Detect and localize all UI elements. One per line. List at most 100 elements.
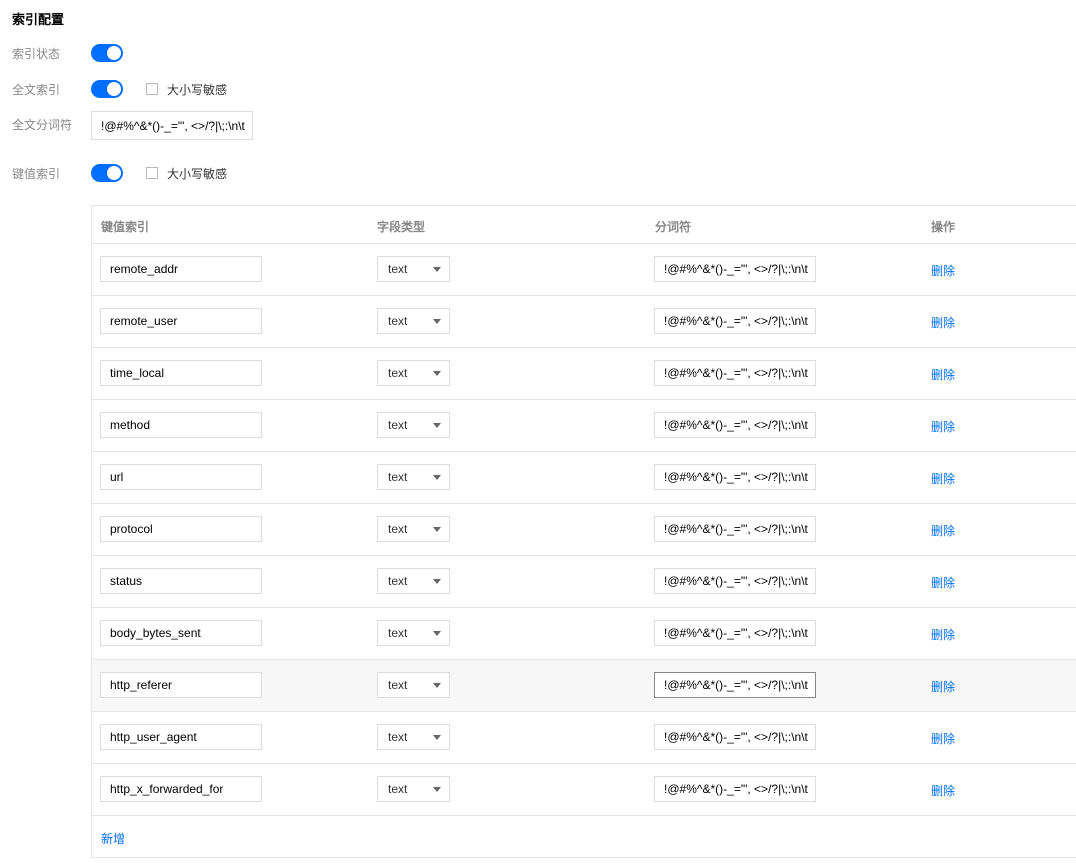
delete-button[interactable]: 删除: [931, 470, 955, 487]
field-type-select[interactable]: text: [377, 776, 450, 802]
field-type-value: text: [388, 262, 408, 276]
index-status-switch[interactable]: [91, 44, 123, 62]
header-action: 操作: [931, 220, 956, 234]
header-type: 字段类型: [377, 220, 426, 234]
tokenizer-input[interactable]: !@#%^&*()-_="', <>/?|\;:\n\t: [654, 256, 816, 282]
table-row: time_local text !@#%^&*()-_="', <>/?|\;:\n…: [92, 348, 1076, 400]
chevron-down-icon: [433, 734, 441, 740]
delete-button[interactable]: 删除: [931, 366, 955, 383]
key-name-input[interactable]: time_local: [100, 360, 262, 386]
switch-knob: [107, 82, 121, 96]
header-key: 键值索引: [101, 220, 150, 234]
field-type-value: text: [388, 574, 408, 588]
table-header: 键值索引 字段类型 分词符 操作: [92, 206, 1076, 244]
key-name-input[interactable]: remote_addr: [100, 256, 262, 282]
section-title: 索引配置: [12, 12, 65, 27]
delete-button[interactable]: 删除: [931, 262, 955, 279]
key-name-input[interactable]: http_referer: [100, 672, 262, 698]
key-index-table: 键值索引 字段类型 分词符 操作 remote_addr text !@#%^&*(…: [91, 205, 1076, 858]
delete-button[interactable]: 删除: [931, 678, 955, 695]
field-type-value: text: [388, 626, 408, 640]
delete-button[interactable]: 删除: [931, 730, 955, 747]
fulltext-tokenizer-label: 全文分词符: [12, 118, 73, 132]
tokenizer-input[interactable]: !@#%^&*()-_="', <>/?|\;:\n\t: [654, 308, 816, 334]
field-type-value: text: [388, 678, 408, 692]
field-type-value: text: [388, 782, 408, 796]
key-case-sensitive-label: 大小写敏感: [167, 166, 228, 181]
field-type-select[interactable]: text: [377, 256, 450, 282]
fulltext-case-sensitive-checkbox[interactable]: [146, 83, 158, 95]
tokenizer-input[interactable]: !@#%^&*()-_="', <>/?|\;:\n\t: [654, 672, 816, 698]
tokenizer-input[interactable]: !@#%^&*()-_="', <>/?|\;:\n\t: [654, 620, 816, 646]
key-name-input[interactable]: protocol: [100, 516, 262, 542]
delete-button[interactable]: 删除: [931, 626, 955, 643]
chevron-down-icon: [433, 422, 441, 428]
tokenizer-input[interactable]: !@#%^&*()-_="', <>/?|\;:\n\t: [654, 516, 816, 542]
chevron-down-icon: [433, 682, 441, 688]
table-row: url text !@#%^&*()-_="', <>/?|\;:\n\t 删除: [92, 452, 1076, 504]
delete-button[interactable]: 删除: [931, 522, 955, 539]
tokenizer-input[interactable]: !@#%^&*()-_="', <>/?|\;:\n\t: [654, 412, 816, 438]
tokenizer-input[interactable]: !@#%^&*()-_="', <>/?|\;:\n\t: [654, 464, 816, 490]
chevron-down-icon: [433, 474, 441, 480]
field-type-select[interactable]: text: [377, 516, 450, 542]
delete-button[interactable]: 删除: [931, 314, 955, 331]
chevron-down-icon: [433, 318, 441, 324]
chevron-down-icon: [433, 526, 441, 532]
field-type-select[interactable]: text: [377, 568, 450, 594]
delete-button[interactable]: 删除: [931, 782, 955, 799]
fulltext-tokenizer-input[interactable]: !@#%^&*()-_="', <>/?|\;:\n\t: [91, 111, 253, 140]
table-row: method text !@#%^&*()-_="', <>/?|\;:\n\t 删除: [92, 400, 1076, 452]
key-name-input[interactable]: http_user_agent: [100, 724, 262, 750]
key-name-input[interactable]: remote_user: [100, 308, 262, 334]
add-button[interactable]: 新增: [101, 830, 125, 847]
field-type-value: text: [388, 314, 408, 328]
switch-knob: [107, 166, 121, 180]
fulltext-index-row: 全文索引 大小写敏感: [12, 77, 227, 101]
field-type-value: text: [388, 730, 408, 744]
table-row: status text !@#%^&*()-_="', <>/?|\;:\n\t 删除: [92, 556, 1076, 608]
key-name-input[interactable]: http_x_forwarded_for: [100, 776, 262, 802]
fulltext-case-sensitive-label: 大小写敏感: [167, 82, 228, 97]
fulltext-case-sensitive[interactable]: 大小写敏感: [146, 81, 227, 98]
delete-button[interactable]: 删除: [931, 418, 955, 435]
delete-button[interactable]: 删除: [931, 574, 955, 591]
table-row: remote_addr text !@#%^&*()-_="', <>/?|\;:\…: [92, 244, 1076, 296]
chevron-down-icon: [433, 630, 441, 636]
fulltext-tokenizer-row: 全文分词符 !@#%^&*()-_="', <>/?|\;:\n\t: [12, 111, 253, 140]
key-index-switch[interactable]: [91, 164, 123, 182]
key-name-input[interactable]: method: [100, 412, 262, 438]
key-name-input[interactable]: body_bytes_sent: [100, 620, 262, 646]
field-type-select[interactable]: text: [377, 724, 450, 750]
tokenizer-input[interactable]: !@#%^&*()-_="', <>/?|\;:\n\t: [654, 360, 816, 386]
header-tokenizer: 分词符: [655, 220, 692, 234]
table-row: http_x_forwarded_for text !@#%^&*()-_="', …: [92, 764, 1076, 816]
key-name-input[interactable]: url: [100, 464, 262, 490]
chevron-down-icon: [433, 578, 441, 584]
key-index-row: 键值索引 大小写敏感: [12, 161, 227, 185]
field-type-select[interactable]: text: [377, 672, 450, 698]
tokenizer-input[interactable]: !@#%^&*()-_="', <>/?|\;:\n\t: [654, 568, 816, 594]
index-status-label: 索引状态: [12, 46, 61, 61]
field-type-select[interactable]: text: [377, 620, 450, 646]
field-type-value: text: [388, 522, 408, 536]
fulltext-index-switch[interactable]: [91, 80, 123, 98]
key-name-input[interactable]: status: [100, 568, 262, 594]
field-type-value: text: [388, 470, 408, 484]
key-case-sensitive-checkbox[interactable]: [146, 167, 158, 179]
field-type-select[interactable]: text: [377, 412, 450, 438]
chevron-down-icon: [433, 370, 441, 376]
field-type-value: text: [388, 366, 408, 380]
field-type-select[interactable]: text: [377, 308, 450, 334]
chevron-down-icon: [433, 266, 441, 272]
table-row: protocol text !@#%^&*()-_="', <>/?|\;:\n\t…: [92, 504, 1076, 556]
tokenizer-input[interactable]: !@#%^&*()-_="', <>/?|\;:\n\t: [654, 776, 816, 802]
switch-knob: [107, 46, 121, 60]
table-body: remote_addr text !@#%^&*()-_="', <>/?|\;:\…: [92, 244, 1076, 816]
tokenizer-input[interactable]: !@#%^&*()-_="', <>/?|\;:\n\t: [654, 724, 816, 750]
field-type-select[interactable]: text: [377, 464, 450, 490]
add-row: 新增: [92, 816, 1076, 858]
field-type-select[interactable]: text: [377, 360, 450, 386]
key-case-sensitive[interactable]: 大小写敏感: [146, 165, 227, 182]
table-row: http_referer text !@#%^&*()-_="', <>/?|\;:…: [92, 660, 1076, 712]
